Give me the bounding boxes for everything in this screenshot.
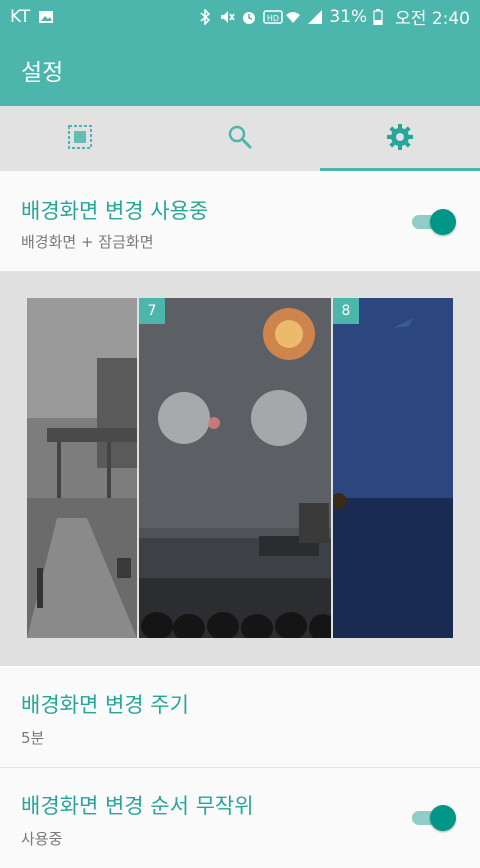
alarm-icon [241,9,257,25]
wallpaper-thumbnail[interactable]: 8 [333,298,453,638]
search-icon [227,124,253,154]
wallpaper-index-badge: 8 [333,298,359,324]
setting-title: 배경화면 변경 사용중 [21,199,209,223]
svg-text:HD: HD [267,14,279,23]
setting-title: 배경화면 변경 주기 [21,693,189,717]
battery-percent: 31% [329,6,368,27]
wallpaper-index-badge: 7 [139,298,165,324]
tab-search[interactable] [160,106,320,171]
page-title: 설정 [21,60,64,86]
carrier-label: KT [10,6,31,27]
app-bar: 설정 [0,33,480,106]
wifi-icon [285,9,301,25]
wallpaper-preview-gallery: 7 8 [0,272,480,666]
battery-icon [373,8,389,26]
image-icon [38,9,54,25]
wallpaper-thumbnail[interactable] [27,298,137,638]
hd-icon: HD [263,9,284,25]
bluetooth-icon [197,7,213,26]
tab-bar [0,106,480,171]
setting-wallpaper-change-interval[interactable]: 배경화면 변경 주기 5분 [0,667,480,768]
enable-toggle[interactable] [412,206,456,236]
tab-settings[interactable] [320,106,480,171]
wallpaper-thumbnail[interactable]: 7 [139,298,331,638]
mute-icon [219,9,236,25]
setting-title: 배경화면 변경 순서 무작위 [21,794,254,818]
setting-subtitle: 5분 [21,729,45,747]
toggle-thumb [430,209,456,235]
clock: 오전 2:40 [395,9,470,29]
tab-wallpapers[interactable] [0,106,160,171]
toggle-thumb [430,805,456,831]
setting-wallpaper-random-order[interactable]: 배경화면 변경 순서 무작위 사용중 [0,768,480,868]
setting-subtitle: 사용중 [21,830,63,848]
status-bar: KT HD 31% 오전 2:40 [0,0,480,33]
random-order-toggle[interactable] [412,802,456,832]
setting-wallpaper-change-enabled[interactable]: 배경화면 변경 사용중 배경화면 + 잠금화면 [0,171,480,272]
gear-icon [386,123,414,155]
setting-subtitle: 배경화면 + 잠금화면 [21,233,154,251]
wallpaper-frame-icon [67,124,93,154]
signal-icon [307,9,323,25]
